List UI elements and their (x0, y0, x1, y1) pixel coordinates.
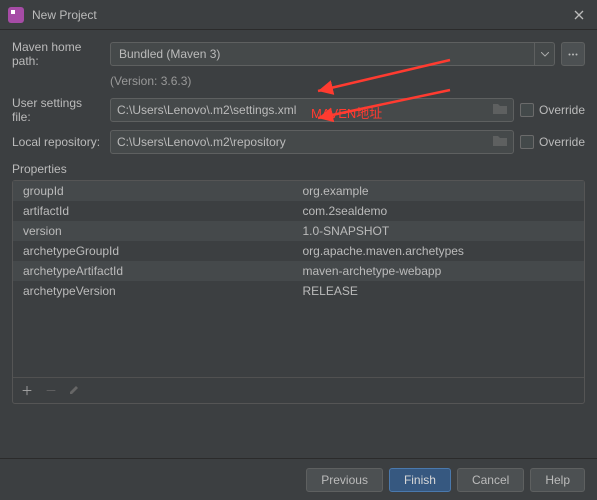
user-settings-input[interactable]: C:\Users\Lenovo\.m2\settings.xml MAVEN地址 (110, 98, 514, 122)
local-repo-value: C:\Users\Lenovo\.m2\repository (117, 135, 286, 149)
edit-property-button[interactable] (69, 384, 80, 398)
maven-home-label: Maven home path: (12, 40, 104, 68)
table-row[interactable]: version1.0-SNAPSHOT (13, 221, 584, 241)
properties-section-label: Properties (12, 162, 585, 176)
override-label: Override (539, 135, 585, 149)
properties-panel: groupIdorg.exampleartifactIdcom.2sealdem… (12, 180, 585, 404)
maven-version-text: (Version: 3.6.3) (12, 74, 585, 88)
property-value: RELEASE (299, 284, 585, 298)
property-key: archetypeArtifactId (13, 264, 299, 278)
checkbox-icon (520, 135, 534, 149)
property-value: org.example (299, 184, 585, 198)
folder-icon[interactable] (493, 103, 507, 117)
override-label: Override (539, 103, 585, 117)
table-row[interactable]: groupIdorg.example (13, 181, 584, 201)
maven-home-value: Bundled (Maven 3) (119, 47, 220, 61)
user-settings-label: User settings file: (12, 96, 104, 124)
maven-home-combo[interactable]: Bundled (Maven 3) (110, 42, 555, 66)
titlebar: New Project (0, 0, 597, 30)
folder-icon[interactable] (493, 135, 507, 149)
app-logo-icon (8, 7, 24, 23)
property-key: artifactId (13, 204, 299, 218)
property-key: archetypeGroupId (13, 244, 299, 258)
table-row[interactable]: archetypeGroupIdorg.apache.maven.archety… (13, 241, 584, 261)
cancel-button[interactable]: Cancel (457, 468, 524, 492)
properties-toolbar: ＋ － (13, 377, 584, 403)
property-key: archetypeVersion (13, 284, 299, 298)
local-repo-label: Local repository: (12, 135, 104, 149)
maven-home-browse-button[interactable] (561, 42, 585, 66)
previous-button[interactable]: Previous (306, 468, 383, 492)
help-button[interactable]: Help (530, 468, 585, 492)
finish-button[interactable]: Finish (389, 468, 451, 492)
local-repo-override-checkbox[interactable]: Override (520, 135, 585, 149)
table-row[interactable]: artifactIdcom.2sealdemo (13, 201, 584, 221)
dialog-footer: Previous Finish Cancel Help (0, 458, 597, 500)
checkbox-icon (520, 103, 534, 117)
add-property-button[interactable]: ＋ (21, 382, 33, 399)
chevron-down-icon[interactable] (534, 43, 554, 65)
properties-table: groupIdorg.exampleartifactIdcom.2sealdem… (13, 181, 584, 301)
property-value: com.2sealdemo (299, 204, 585, 218)
window-title: New Project (32, 8, 569, 22)
property-key: groupId (13, 184, 299, 198)
table-row[interactable]: archetypeArtifactIdmaven-archetype-webap… (13, 261, 584, 281)
property-key: version (13, 224, 299, 238)
remove-property-button[interactable]: － (45, 382, 57, 399)
property-value: org.apache.maven.archetypes (299, 244, 585, 258)
table-row[interactable]: archetypeVersionRELEASE (13, 281, 584, 301)
property-value: maven-archetype-webapp (299, 264, 585, 278)
close-icon[interactable] (569, 5, 589, 25)
user-settings-override-checkbox[interactable]: Override (520, 103, 585, 117)
property-value: 1.0-SNAPSHOT (299, 224, 585, 238)
user-settings-value: C:\Users\Lenovo\.m2\settings.xml (117, 103, 296, 117)
local-repo-input[interactable]: C:\Users\Lenovo\.m2\repository (110, 130, 514, 154)
annotation-maven-address: MAVEN地址 (311, 103, 382, 122)
